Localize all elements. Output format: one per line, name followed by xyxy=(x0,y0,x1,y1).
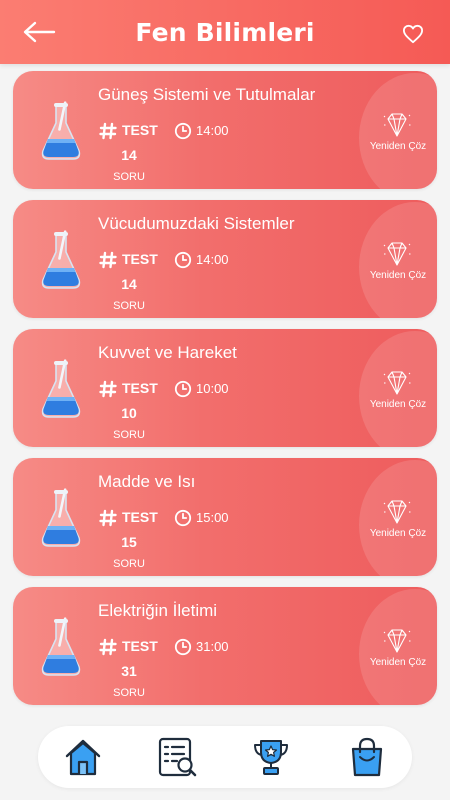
nav-shop[interactable] xyxy=(345,735,389,779)
hash-icon xyxy=(99,380,117,398)
test-card[interactable]: Kuvvet ve Hareket TEST 10 SORU 10:00 Yen… xyxy=(13,329,437,447)
clock-icon xyxy=(174,122,192,140)
home-icon xyxy=(65,739,101,776)
question-count: 15 xyxy=(121,534,137,550)
retry-button[interactable]: Yeniden Çöz xyxy=(365,528,431,539)
duration: 31:00 xyxy=(196,639,229,654)
retry-button[interactable]: Yeniden Çöz xyxy=(365,399,431,410)
bottom-nav xyxy=(38,726,412,788)
test-title: Elektriğin İletimi xyxy=(98,601,218,620)
diamond-icon[interactable] xyxy=(381,627,413,655)
retry-button[interactable]: Yeniden Çöz xyxy=(365,657,431,668)
test-label: TEST xyxy=(122,380,158,396)
flask-icon xyxy=(41,488,81,547)
hash-icon xyxy=(99,251,117,269)
heart-outline-icon[interactable] xyxy=(402,24,424,44)
test-title: Kuvvet ve Hareket xyxy=(98,343,237,362)
nav-tests[interactable] xyxy=(155,735,199,779)
question-unit: SORU xyxy=(113,300,145,312)
flask-icon xyxy=(41,359,81,418)
test-card[interactable]: Elektriğin İletimi TEST 31 SORU 31:00 Ye… xyxy=(13,587,437,705)
nav-home[interactable] xyxy=(61,735,105,779)
test-title: Madde ve Isı xyxy=(98,472,196,491)
test-card[interactable]: Güneş Sistemi ve Tutulmalar TEST 14 SORU… xyxy=(13,71,437,189)
test-label: TEST xyxy=(122,251,158,267)
duration: 15:00 xyxy=(196,510,229,525)
hash-icon xyxy=(99,509,117,527)
clock-icon xyxy=(174,380,192,398)
trophy-icon xyxy=(254,740,288,775)
question-count: 14 xyxy=(121,147,137,163)
question-unit: SORU xyxy=(113,558,145,570)
page-title: Fen Bilimleri xyxy=(135,17,315,47)
question-count: 31 xyxy=(121,663,137,679)
test-card[interactable]: Madde ve Isı TEST 15 SORU 15:00 Yeniden … xyxy=(13,458,437,576)
arrow-left-icon[interactable] xyxy=(22,20,56,44)
diamond-icon[interactable] xyxy=(381,111,413,139)
diamond-icon[interactable] xyxy=(381,369,413,397)
flask-icon xyxy=(41,617,81,676)
test-card[interactable]: Vücudumuzdaki Sistemler TEST 14 SORU 14:… xyxy=(13,200,437,318)
retry-button[interactable]: Yeniden Çöz xyxy=(365,141,431,152)
question-unit: SORU xyxy=(113,171,145,183)
nav-leaderboard[interactable] xyxy=(249,735,293,779)
retry-button[interactable]: Yeniden Çöz xyxy=(365,270,431,281)
test-title: Güneş Sistemi ve Tutulmalar xyxy=(98,85,316,104)
test-label: TEST xyxy=(122,638,158,654)
test-label: TEST xyxy=(122,122,158,138)
hash-icon xyxy=(99,122,117,140)
test-title: Vücudumuzdaki Sistemler xyxy=(98,214,295,233)
clock-icon xyxy=(174,509,192,527)
clock-icon xyxy=(174,251,192,269)
clock-icon xyxy=(174,638,192,656)
question-count: 10 xyxy=(121,405,137,421)
duration: 14:00 xyxy=(196,252,229,267)
list-search-icon xyxy=(158,737,197,777)
diamond-icon[interactable] xyxy=(381,498,413,526)
shopping-bag-icon xyxy=(351,737,383,777)
duration: 14:00 xyxy=(196,123,229,138)
duration: 10:00 xyxy=(196,381,229,396)
flask-icon xyxy=(41,230,81,289)
test-label: TEST xyxy=(122,509,158,525)
question-count: 14 xyxy=(121,276,137,292)
flask-icon xyxy=(41,101,81,160)
hash-icon xyxy=(99,638,117,656)
question-unit: SORU xyxy=(113,429,145,441)
question-unit: SORU xyxy=(113,687,145,699)
diamond-icon[interactable] xyxy=(381,240,413,268)
app-header: Fen Bilimleri xyxy=(0,0,450,64)
